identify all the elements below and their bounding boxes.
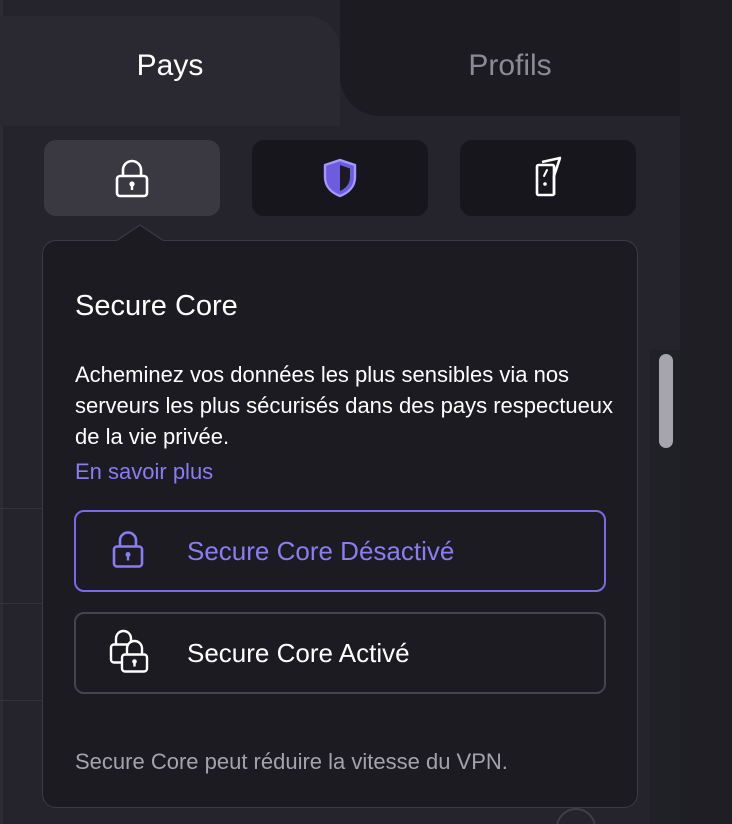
list-row-divider [0,508,42,509]
popover-footnote: Secure Core peut réduire la vitesse du V… [75,749,508,774]
shield-icon [320,156,360,200]
popover-title: Secure Core [75,290,238,322]
secure-core-off-label: Secure Core Désactivé [187,536,455,566]
tab-pays[interactable]: Pays [0,48,340,84]
window-background [680,0,732,824]
streaming-filter-button[interactable] [460,140,636,216]
secure-core-on-label: Secure Core Activé [187,638,410,668]
tab-profils[interactable]: Profils [340,48,680,84]
popover-arrow [116,224,164,241]
secure-core-on-option[interactable]: Secure Core Activé [74,612,606,694]
app-window: Pays Profils Secure Core Acheminez vos d… [0,0,732,824]
list-row-divider [0,700,42,701]
netshield-filter-button[interactable] [252,140,428,216]
double-lock-icon [108,628,150,679]
lock-icon [108,528,148,575]
learn-more-link[interactable]: En savoir plus [75,457,213,487]
lock-icon [112,157,152,199]
scrollbar-thumb[interactable] [659,354,673,448]
secure-core-filter-button[interactable] [44,140,220,216]
list-row-divider [0,603,42,604]
secure-core-off-option[interactable]: Secure Core Désactivé [74,510,606,592]
popover-description: Acheminez vos données les plus sensibles… [75,362,614,449]
door-icon [528,156,568,200]
